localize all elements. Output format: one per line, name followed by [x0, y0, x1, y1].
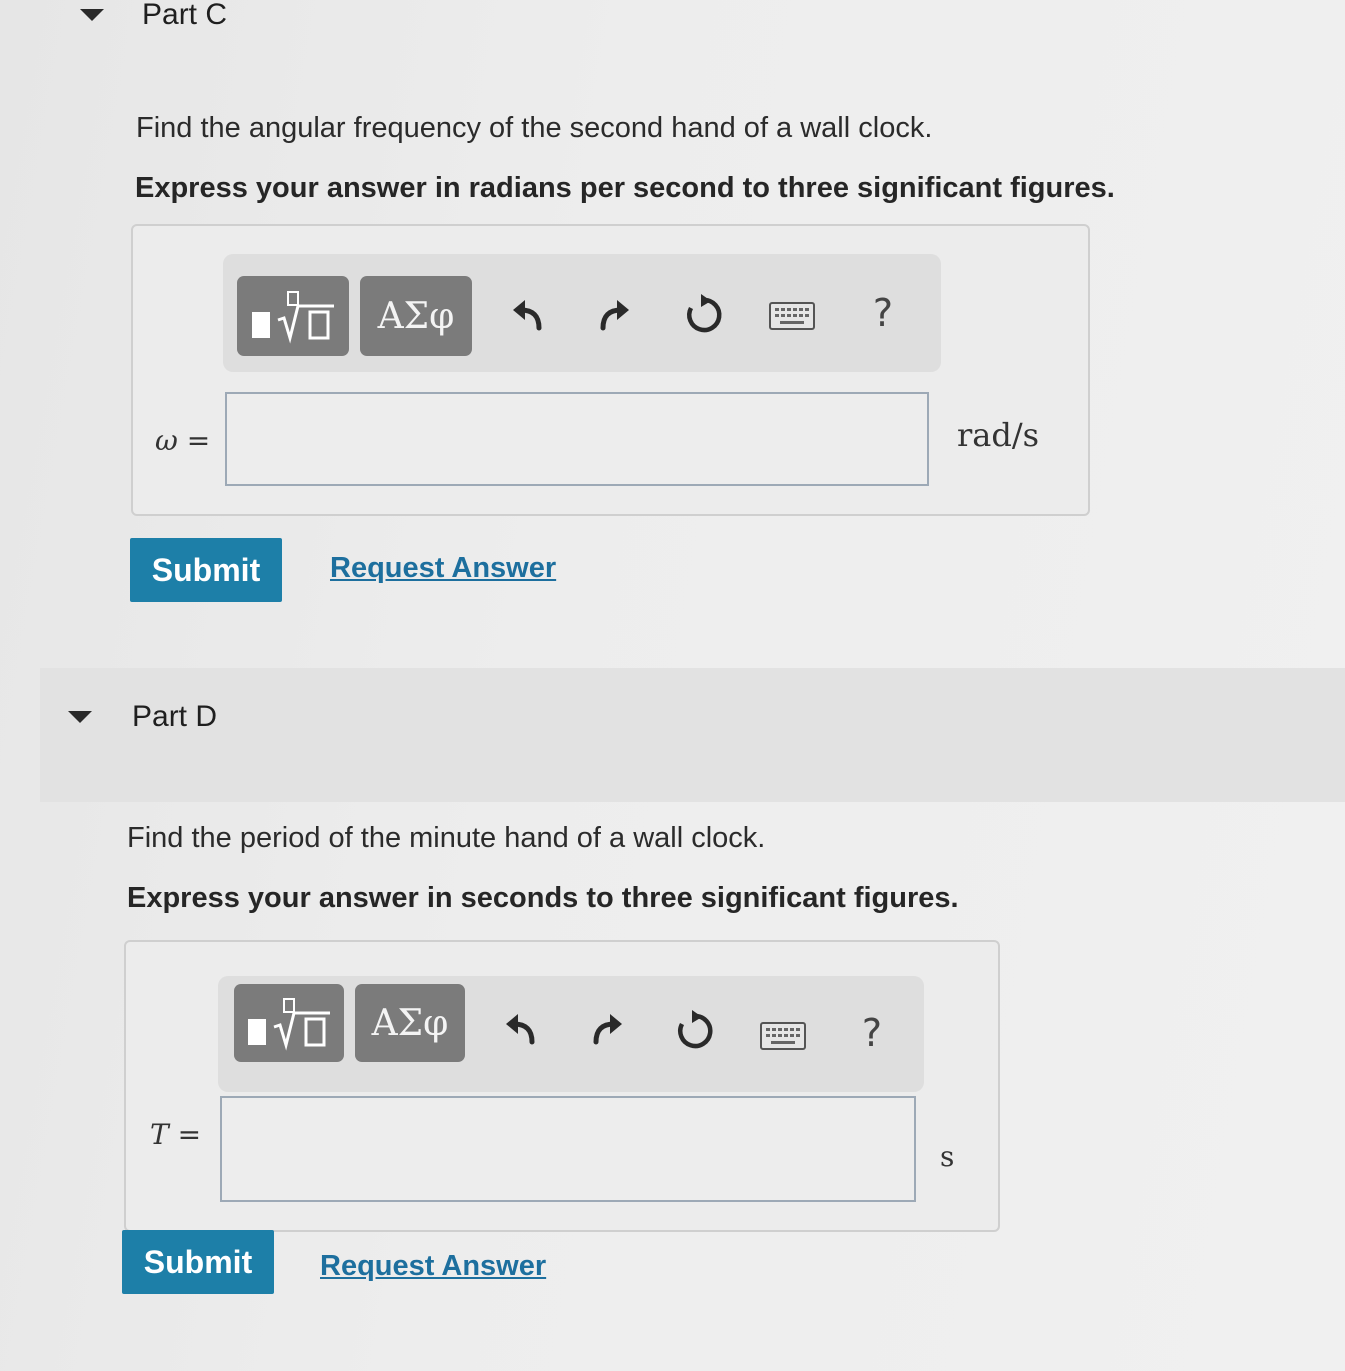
fraction-root-template-icon: [248, 998, 330, 1051]
omega-unit: rad/s: [957, 416, 1040, 454]
undo-icon: [513, 300, 542, 331]
period-unit: s: [940, 1140, 955, 1173]
fraction-root-template-icon: [252, 291, 334, 344]
period-label: T =: [150, 1118, 202, 1151]
omega-answer-input[interactable]: [225, 392, 929, 486]
redo-button[interactable]: [584, 1006, 630, 1052]
part-d-header-band: [40, 668, 1345, 802]
redo-icon: [593, 1014, 622, 1045]
part-d-request-answer-link[interactable]: Request Answer: [320, 1250, 546, 1283]
keyboard-icon: [769, 302, 815, 330]
reset-button[interactable]: [681, 292, 727, 338]
keyboard-button[interactable]: [767, 296, 817, 336]
part-d-submit-button[interactable]: Submit: [122, 1230, 274, 1294]
part-c-request-answer-link[interactable]: Request Answer: [330, 552, 556, 585]
reset-icon: [687, 294, 722, 333]
part-c-math-toolbar: ΑΣφ ?: [223, 254, 941, 372]
part-c-instruction: Express your answer in radians per secon…: [135, 172, 1115, 204]
omega-label: ω =: [155, 424, 211, 457]
part-d-header[interactable]: Part D: [68, 700, 217, 734]
part-d-title: Part D: [132, 700, 218, 733]
part-c-question: Find the angular frequency of the second…: [136, 112, 933, 144]
part-c-title: Part C: [142, 0, 228, 31]
greek-symbols-button[interactable]: ΑΣφ: [360, 276, 472, 356]
part-c-answer-box: ΑΣφ ? ω = rad/s: [131, 224, 1090, 516]
part-c-submit-button[interactable]: Submit: [130, 538, 282, 602]
part-d-math-toolbar: ΑΣφ ?: [218, 976, 924, 1092]
undo-button[interactable]: [505, 292, 551, 338]
part-d-instruction: Express your answer in seconds to three …: [127, 882, 959, 914]
reset-icon: [678, 1010, 713, 1049]
reset-button[interactable]: [672, 1008, 718, 1054]
period-answer-input[interactable]: [220, 1096, 916, 1202]
keyboard-icon: [760, 1022, 806, 1050]
redo-button[interactable]: [591, 292, 637, 338]
collapse-caret-icon[interactable]: [68, 711, 92, 723]
undo-button[interactable]: [498, 1006, 544, 1052]
help-button[interactable]: ?: [863, 290, 903, 336]
part-c-header[interactable]: Part C: [80, 0, 228, 31]
template-button[interactable]: [234, 984, 344, 1062]
part-d-question: Find the period of the minute hand of a …: [127, 822, 766, 854]
page: Part C Find the angular frequency of the…: [0, 0, 1345, 1371]
keyboard-button[interactable]: [758, 1016, 808, 1056]
collapse-caret-icon[interactable]: [80, 9, 104, 21]
template-button[interactable]: [237, 276, 349, 356]
part-d-answer-box: ΑΣφ ? T = s: [124, 940, 1000, 1232]
undo-icon: [506, 1014, 535, 1045]
redo-icon: [600, 300, 629, 331]
greek-symbols-button[interactable]: ΑΣφ: [355, 984, 465, 1062]
help-button[interactable]: ?: [852, 1010, 892, 1056]
